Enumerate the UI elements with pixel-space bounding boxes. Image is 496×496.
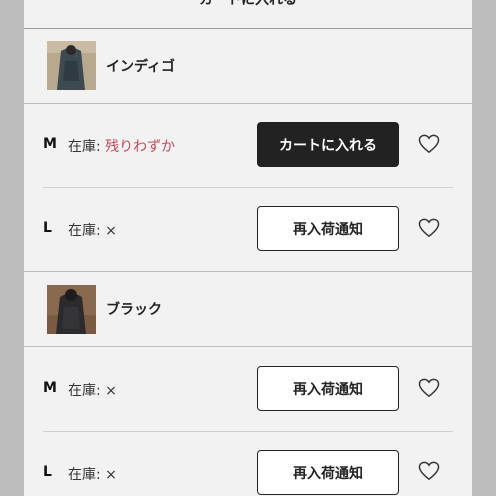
stock-value: 残りわずか [105, 139, 176, 155]
stock-label: 在庫: [68, 139, 101, 155]
top-cart-button-label[interactable]: カートに入れる [24, 0, 472, 9]
stock-value: × [105, 467, 117, 483]
size-label: M [43, 380, 57, 396]
size-row-black-m: M 在庫: × 再入荷通知 [24, 347, 472, 431]
stock-status: 在庫: × [68, 220, 117, 240]
stock-status: 在庫: × [68, 464, 117, 484]
size-row-indigo-l: L 在庫: × 再入荷通知 [24, 188, 472, 272]
stock-value: × [105, 223, 117, 239]
top-cart-button-area[interactable]: カートに入れる [24, 0, 472, 29]
stock-status: 在庫: × [68, 380, 117, 400]
restock-notify-button[interactable]: 再入荷通知 [257, 366, 399, 411]
heart-outline-icon[interactable] [418, 461, 440, 481]
product-thumbnail-black [47, 285, 96, 334]
heart-outline-icon[interactable] [418, 134, 440, 154]
add-to-cart-button[interactable]: カートに入れる [257, 122, 399, 167]
stock-status: 在庫: 残りわずか [68, 136, 175, 156]
stock-label: 在庫: [68, 383, 101, 399]
heart-outline-icon[interactable] [418, 218, 440, 238]
size-label: L [43, 464, 52, 480]
size-row-indigo-m: M 在庫: 残りわずか カートに入れる [24, 104, 472, 188]
restock-notify-button[interactable]: 再入荷通知 [257, 450, 399, 495]
variant-header-indigo: インディゴ [24, 29, 472, 103]
variant-header-black: ブラック [24, 272, 472, 346]
product-thumbnail-indigo [47, 41, 96, 90]
stock-value: × [105, 383, 117, 399]
variant-color-name: インディゴ [106, 59, 176, 75]
product-variant-sheet: カートに入れる インディゴ M 在庫: 残りわずか カートに入れる L 在庫: … [24, 0, 472, 496]
stock-label: 在庫: [68, 223, 101, 239]
heart-outline-icon[interactable] [418, 378, 440, 398]
stock-label: 在庫: [68, 467, 101, 483]
restock-notify-button[interactable]: 再入荷通知 [257, 206, 399, 251]
size-row-black-l: L 在庫: × 再入荷通知 [24, 432, 472, 496]
variant-color-name: ブラック [106, 302, 162, 318]
size-label: L [43, 220, 52, 236]
size-label: M [43, 136, 57, 152]
